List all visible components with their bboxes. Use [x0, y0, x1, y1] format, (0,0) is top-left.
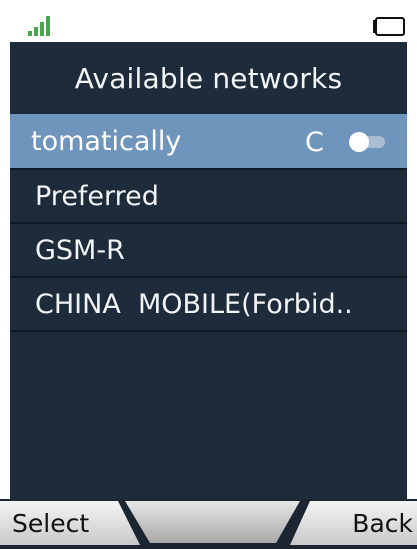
list-item-label: CHINA MOBILE(Forbid.. [35, 288, 353, 320]
list-item-label: Automatically [10, 126, 181, 157]
toggle-knob [349, 132, 369, 152]
auto-select-toggle[interactable] [349, 132, 387, 152]
back-softkey[interactable]: Back [352, 509, 413, 538]
list-item-preferred[interactable]: Preferred [10, 170, 407, 224]
list-item-label: GSM-R [35, 234, 125, 266]
list-item-label: Preferred [35, 180, 159, 212]
status-bar [10, 6, 410, 42]
list-item-value: C [305, 126, 324, 158]
list-item-label-text: tomatically [31, 125, 182, 157]
network-selection-screen: Available networks Automatically C Prefe… [10, 42, 407, 499]
select-softkey[interactable]: Select [12, 509, 89, 538]
signal-bars-icon [28, 16, 50, 36]
list-item-gsm-r[interactable]: GSM-R [10, 224, 407, 278]
battery-empty-icon [373, 17, 405, 36]
page-title: Available networks [74, 61, 343, 95]
softkey-bar: Select Back [0, 499, 417, 549]
list-item-automatically[interactable]: Automatically C [10, 114, 407, 170]
list-item-china-mobile[interactable]: CHINA MOBILE(Forbid.. [10, 278, 407, 332]
network-list: Automatically C Preferred GSM-R CHINA MO… [10, 114, 407, 332]
